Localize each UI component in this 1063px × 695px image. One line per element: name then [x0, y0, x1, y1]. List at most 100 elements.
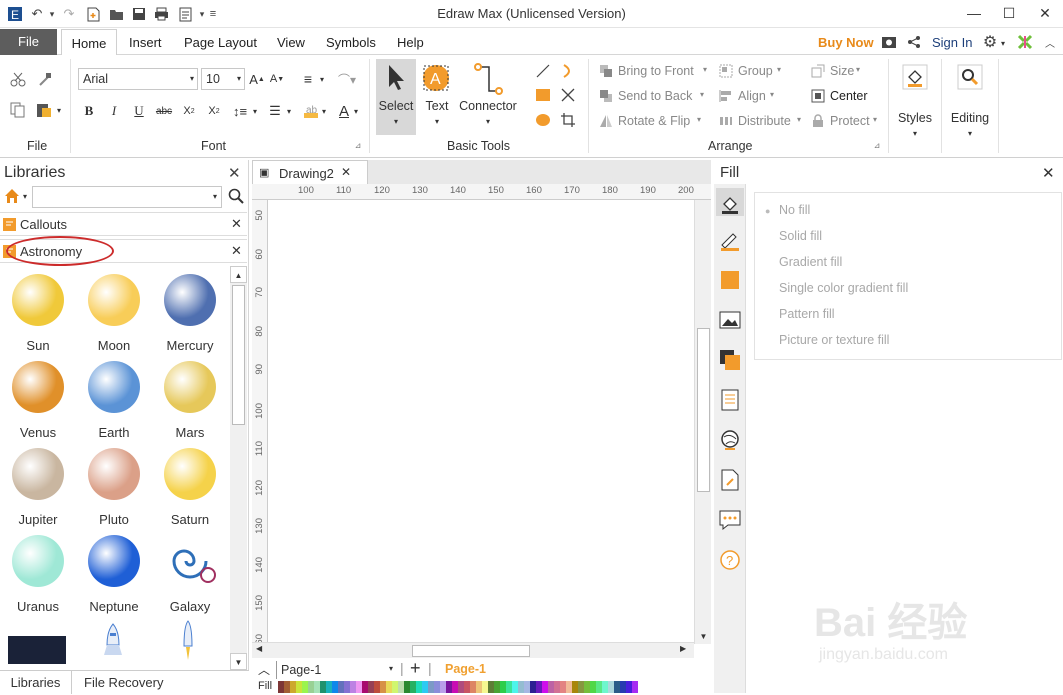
close-document-button[interactable]: ✕: [341, 165, 351, 179]
tab-view[interactable]: View: [277, 29, 305, 55]
symbol-mars[interactable]: Mars: [152, 353, 228, 440]
library-section-astronomy[interactable]: Astronomy ✕: [0, 236, 247, 266]
drawing-page[interactable]: [268, 200, 692, 642]
share-icon[interactable]: [905, 33, 923, 51]
rotate-flip-button[interactable]: Rotate & Flip: [618, 114, 690, 128]
library-section-callouts[interactable]: Callouts ✕: [0, 212, 247, 236]
image-icon[interactable]: [719, 309, 741, 331]
tab-libraries[interactable]: Libraries: [0, 671, 72, 694]
starfield-symbol[interactable]: [8, 636, 66, 664]
font-size-select[interactable]: 10 ▾: [201, 68, 245, 90]
rocket-thin-symbol[interactable]: [181, 620, 195, 664]
subscript-icon[interactable]: X2: [180, 102, 198, 120]
editing-button[interactable]: Editing ▾: [945, 59, 995, 145]
grow-font-icon[interactable]: A ▲: [249, 69, 265, 89]
line-spacing-dropdown-icon[interactable]: ▾: [251, 104, 259, 118]
line-spacing-icon[interactable]: ↕≡: [230, 102, 250, 120]
bullets-dropdown-icon[interactable]: ▾: [285, 104, 293, 118]
shadow-color-icon[interactable]: [719, 269, 741, 291]
add-page-button[interactable]: +: [410, 658, 421, 679]
cross-shape-icon[interactable]: [559, 86, 577, 104]
buy-now-link[interactable]: Buy Now: [818, 29, 874, 55]
fill-option-no-fill[interactable]: No fill: [779, 203, 810, 217]
palette-swatch[interactable]: [632, 681, 638, 693]
fill-option-gradient[interactable]: Gradient fill: [779, 255, 842, 269]
library-search-input[interactable]: ▾: [32, 186, 222, 208]
symbol-uranus[interactable]: Uranus: [0, 527, 76, 614]
symbol-earth[interactable]: Earth: [76, 353, 152, 440]
file-menu[interactable]: File: [0, 29, 57, 55]
scroll-up-icon[interactable]: ▲: [230, 266, 247, 283]
fill-option-picture-texture[interactable]: Picture or texture fill: [779, 333, 889, 347]
tab-page-layout[interactable]: Page Layout: [184, 29, 257, 55]
center-button[interactable]: Center: [830, 89, 868, 103]
chevron-down-icon[interactable]: ▾: [703, 65, 707, 74]
text-align-dropdown-icon[interactable]: ▾: [318, 71, 326, 87]
library-scrollbar[interactable]: ▲ ▼: [230, 266, 247, 670]
styles-button[interactable]: Styles ▾: [892, 59, 938, 145]
line-shape-icon[interactable]: [534, 62, 552, 80]
symbol-mercury[interactable]: Mercury: [152, 266, 228, 353]
maximize-button[interactable]: ☐: [994, 2, 1024, 24]
protect-button[interactable]: Protect: [830, 114, 870, 128]
group-button[interactable]: Group: [738, 64, 773, 78]
distribute-button[interactable]: Distribute: [738, 114, 791, 128]
bold-icon[interactable]: B: [80, 102, 98, 120]
sign-in-link[interactable]: Sign In: [932, 29, 972, 55]
connector-tool-button[interactable]: Connector ▾: [456, 59, 520, 135]
canvas-vertical-scrollbar[interactable]: ▼: [694, 200, 711, 644]
fill-option-single-color-gradient[interactable]: Single color gradient fill: [779, 281, 908, 295]
help-icon[interactable]: ?: [719, 549, 741, 571]
symbol-pluto[interactable]: Pluto: [76, 440, 152, 527]
underline-icon[interactable]: U: [130, 102, 148, 120]
symbol-saturn[interactable]: Saturn: [152, 440, 228, 527]
send-to-back-button[interactable]: Send to Back: [618, 89, 692, 103]
symbol-sun[interactable]: Sun: [0, 266, 76, 353]
collapse-up-icon[interactable]: ︿: [258, 661, 270, 678]
home-icon[interactable]: [3, 187, 21, 205]
color-palette[interactable]: [278, 681, 638, 693]
chevron-down-icon[interactable]: ▾: [777, 65, 781, 74]
chevron-down-icon[interactable]: ▾: [797, 115, 801, 124]
copy-icon[interactable]: [8, 100, 28, 120]
close-window-button[interactable]: ✕: [1030, 2, 1060, 24]
scroll-left-icon[interactable]: ◀: [256, 644, 262, 653]
globe-icon[interactable]: [719, 429, 741, 451]
align-button[interactable]: Align: [738, 89, 766, 103]
settings-gear-icon[interactable]: ⚙: [981, 32, 999, 52]
scroll-down-icon[interactable]: ▼: [695, 630, 712, 644]
scroll-right-icon[interactable]: ▶: [680, 644, 686, 653]
close-section-button[interactable]: ✕: [231, 216, 242, 232]
layers-icon[interactable]: [719, 349, 741, 371]
close-section-button[interactable]: ✕: [231, 243, 242, 259]
fill-option-solid[interactable]: Solid fill: [779, 229, 822, 243]
size-button[interactable]: Size: [830, 64, 854, 78]
screenshot-icon[interactable]: [880, 33, 898, 51]
scroll-thumb[interactable]: [412, 645, 530, 657]
scroll-thumb[interactable]: [232, 285, 245, 425]
tab-help[interactable]: Help: [397, 29, 424, 55]
format-painter-icon[interactable]: [35, 69, 55, 89]
tab-insert[interactable]: Insert: [129, 29, 162, 55]
font-color-icon[interactable]: A: [336, 101, 352, 121]
crop-icon[interactable]: [559, 111, 577, 129]
canvas-horizontal-scrollbar[interactable]: ◀ ▶: [252, 642, 694, 658]
document-tab[interactable]: ▣ Drawing2 ✕: [252, 160, 368, 184]
scroll-down-icon[interactable]: ▼: [230, 653, 247, 670]
bring-to-front-button[interactable]: Bring to Front: [618, 64, 694, 78]
close-libraries-button[interactable]: ✕: [228, 164, 241, 182]
symbol-neptune[interactable]: Neptune: [76, 527, 152, 614]
close-fill-panel-button[interactable]: ✕: [1042, 164, 1055, 182]
page-properties-icon[interactable]: [719, 389, 741, 411]
shrink-font-icon[interactable]: A ▼: [269, 69, 285, 89]
symbol-galaxy[interactable]: Galaxy: [152, 527, 228, 614]
ellipse-shape-icon[interactable]: [534, 111, 552, 129]
superscript-icon[interactable]: X2: [205, 102, 223, 120]
minimize-button[interactable]: —: [959, 2, 989, 24]
collapse-ribbon-icon[interactable]: ︿: [1042, 33, 1058, 51]
paste-icon[interactable]: [34, 100, 54, 120]
settings-dropdown-icon[interactable]: ▾: [998, 34, 1008, 52]
text-align-icon[interactable]: ≡: [298, 69, 318, 89]
symbol-venus[interactable]: Venus: [0, 353, 76, 440]
scroll-thumb[interactable]: [697, 328, 710, 492]
